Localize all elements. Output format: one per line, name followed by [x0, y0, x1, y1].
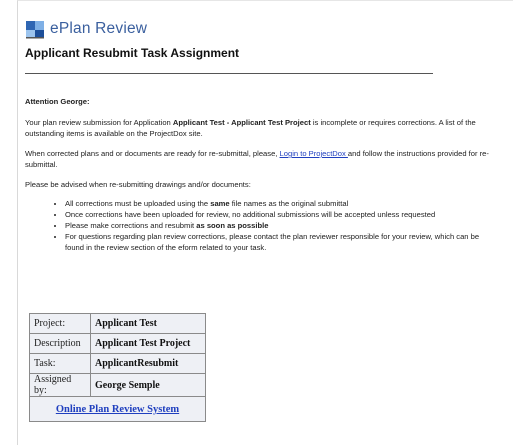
- list-item: All corrections must be uploaded using t…: [65, 198, 495, 209]
- link-cell: Online Plan Review System: [29, 396, 206, 422]
- email-header: ePlan Review Applicant Resubmit Task Ass…: [25, 18, 239, 60]
- bullet-emphasis: same: [210, 199, 230, 208]
- row-label: Description: [29, 333, 91, 354]
- login-link[interactable]: Login to ProjectDox: [280, 149, 348, 158]
- row-value: Applicant Test: [90, 313, 206, 334]
- message-body: Attention George: Your plan review submi…: [25, 96, 495, 253]
- brand: ePlan Review: [25, 18, 239, 40]
- status-text-1: Your plan review submission for Applicat…: [25, 118, 173, 127]
- bullet-text: file names as the original submittal: [229, 199, 349, 208]
- resubmit-text-1: When corrected plans and or documents ar…: [25, 149, 280, 158]
- bullet-text: Please make corrections and resubmit: [65, 221, 197, 230]
- paragraph-status: Your plan review submission for Applicat…: [25, 117, 495, 139]
- attention-line: Attention George:: [25, 97, 90, 106]
- bullet-text: All corrections must be uploaded using t…: [65, 199, 211, 208]
- eplan-logo-icon: [25, 19, 45, 39]
- task-details-table: Project: Applicant Test Description Appl…: [29, 313, 206, 422]
- list-item: Once corrections have been uploaded for …: [65, 209, 495, 220]
- bullet-emphasis: as soon as possible: [196, 221, 269, 230]
- page-title: Applicant Resubmit Task Assignment: [25, 46, 240, 60]
- list-item: Please make corrections and resubmit as …: [65, 220, 495, 231]
- row-label: Project:: [29, 313, 91, 334]
- table-row: Online Plan Review System: [29, 396, 206, 422]
- table-row: Assigned by: George Semple: [29, 373, 206, 397]
- row-label: Assigned by:: [29, 373, 91, 397]
- table-row: Task: ApplicantResubmit: [29, 353, 206, 374]
- table-row: Project: Applicant Test: [29, 313, 206, 334]
- brand-name: ePlan Review: [50, 20, 148, 37]
- row-label: Task:: [29, 353, 91, 374]
- list-item: For questions regarding plan review corr…: [65, 231, 495, 253]
- paragraph-advice: Please be advised when re-submitting dra…: [25, 180, 251, 189]
- table-row: Description Applicant Test Project: [29, 333, 206, 354]
- application-name: Applicant Test - Applicant Test Project: [172, 118, 311, 127]
- online-plan-review-link[interactable]: Online Plan Review System: [56, 404, 179, 415]
- instruction-list: All corrections must be uploaded using t…: [25, 198, 495, 253]
- row-value: George Semple: [90, 373, 206, 397]
- row-value: Applicant Test Project: [90, 333, 206, 354]
- paragraph-resubmit: When corrected plans and or documents ar…: [25, 148, 495, 170]
- row-value: ApplicantResubmit: [90, 353, 206, 374]
- header-divider: [25, 73, 433, 74]
